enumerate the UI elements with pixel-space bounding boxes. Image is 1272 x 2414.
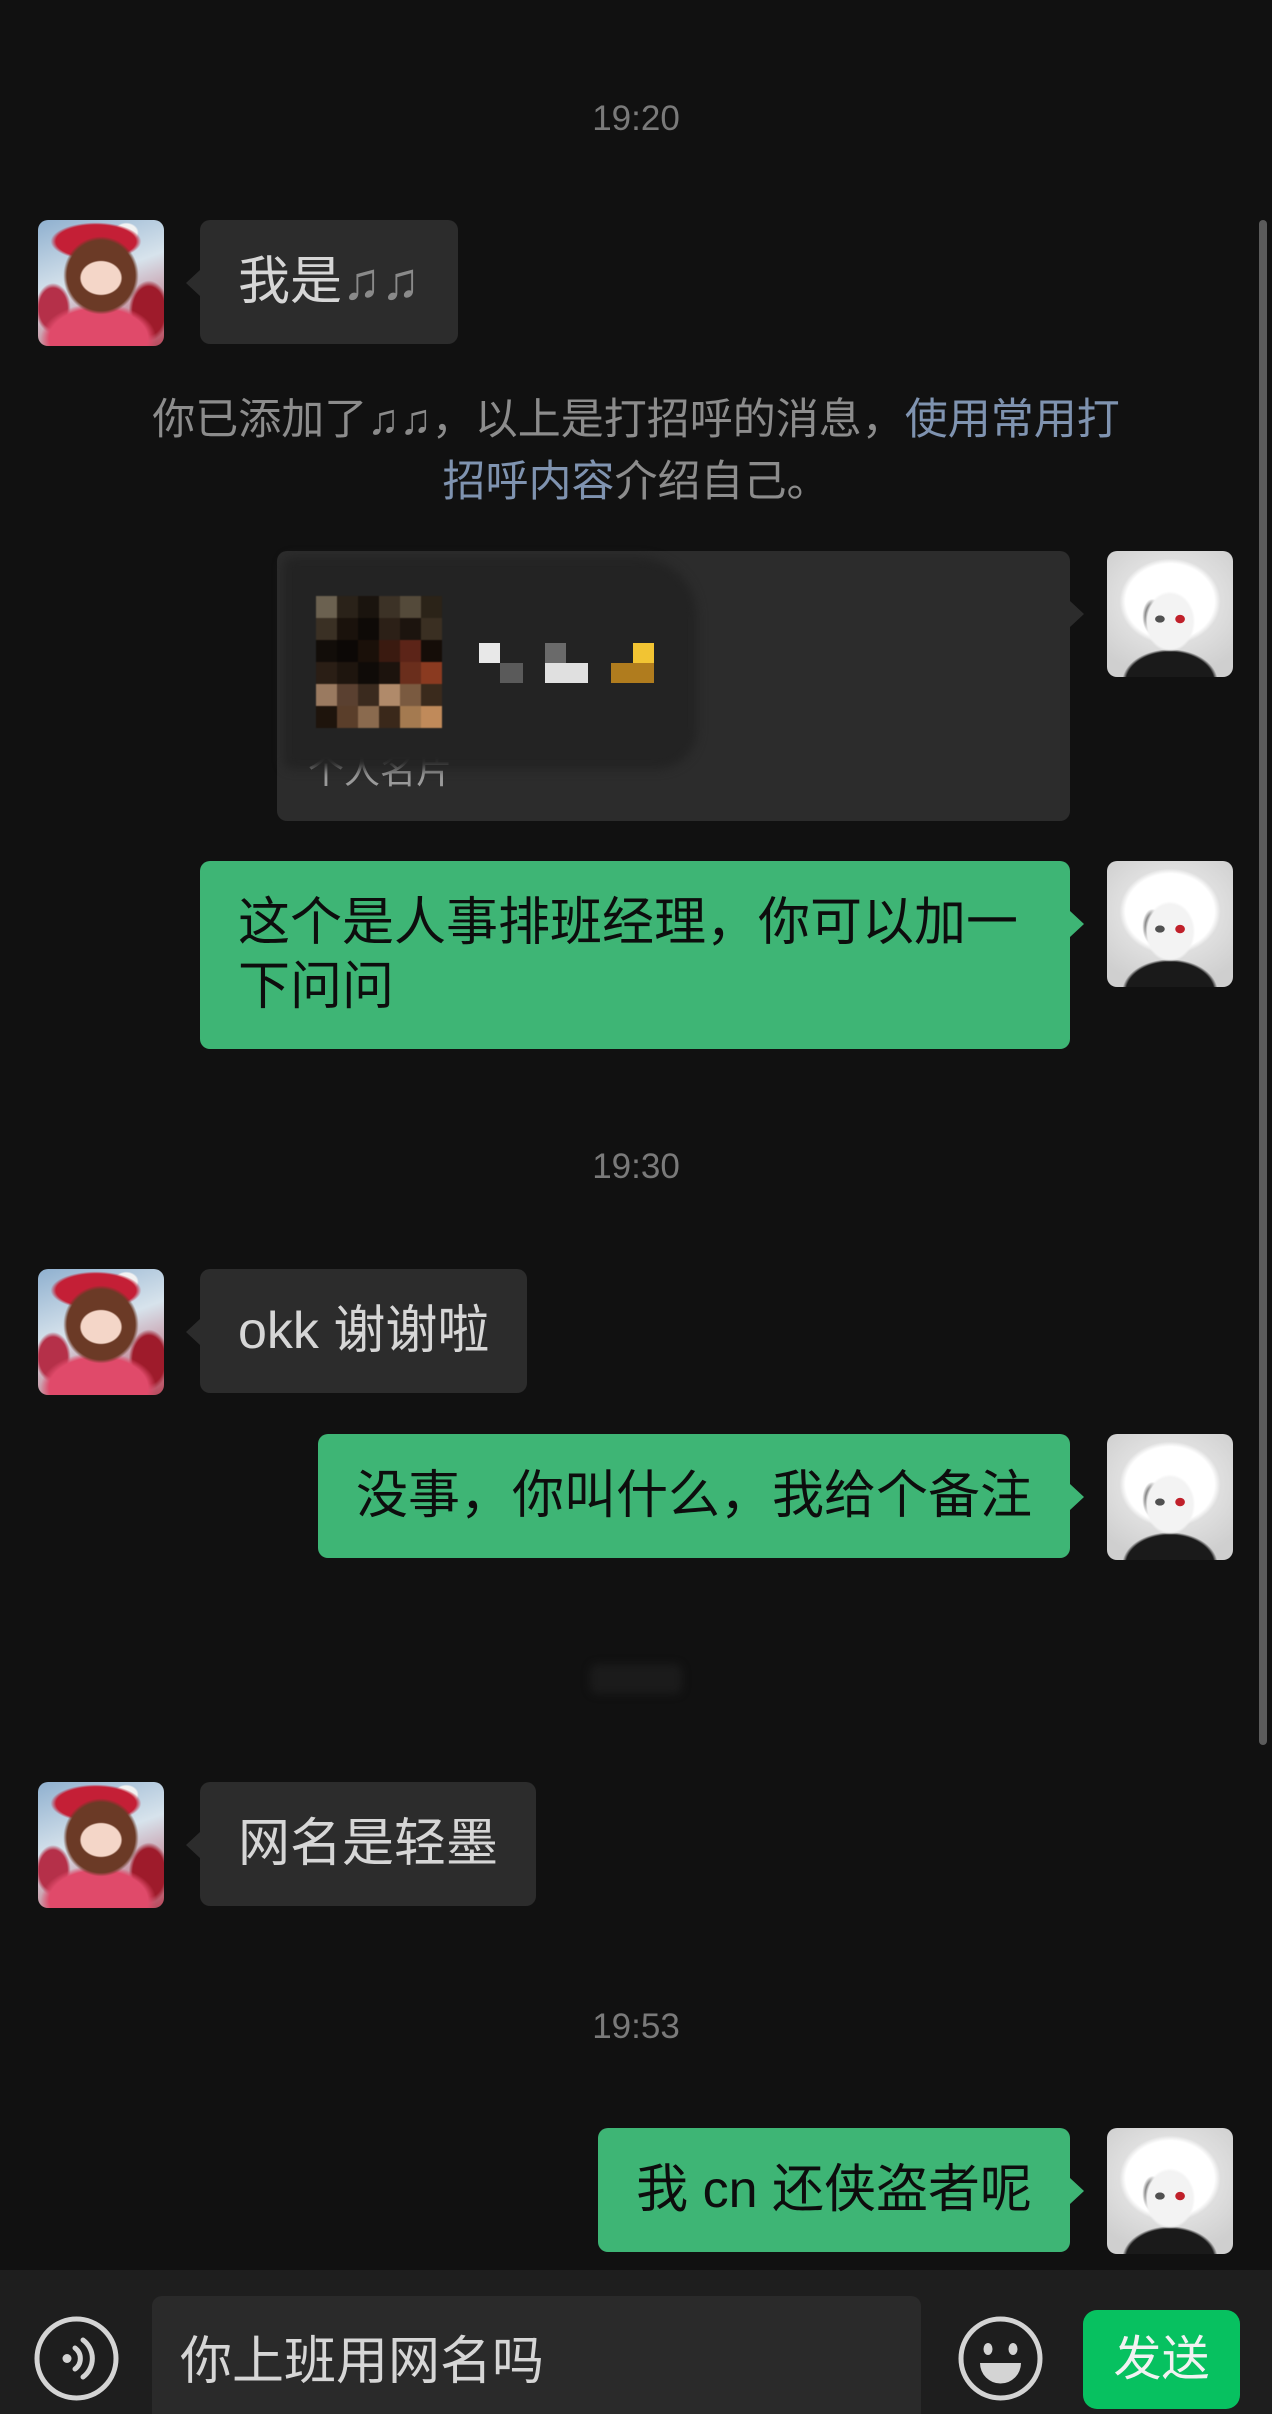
- message-text: 这个是人事排班经理，你可以加一下问问: [238, 894, 1019, 1016]
- timestamp: 19:20: [592, 99, 680, 138]
- mosaic-cell: [337, 596, 358, 618]
- mosaic-cell: [337, 706, 358, 728]
- greeting-template-link[interactable]: 使用常用打: [905, 396, 1120, 444]
- mosaic-cell: [421, 618, 442, 640]
- notice-text: 介绍自己。: [614, 458, 830, 506]
- greeting-template-link[interactable]: 招呼内容: [443, 458, 615, 506]
- message-input[interactable]: 你上班用网名吗: [152, 2296, 921, 2414]
- mosaic-cell: [379, 684, 400, 706]
- mosaic-cell: [421, 684, 442, 706]
- mosaic-cell: [358, 618, 379, 640]
- system-notice-line: 你已添加了♫♫，以上是打招呼的消息，使用常用打: [0, 389, 1272, 451]
- contact-avatar[interactable]: [38, 220, 164, 346]
- mosaic-cell: [379, 596, 400, 618]
- sent-message-bubble[interactable]: 没事，你叫什么，我给个备注: [317, 1434, 1085, 1558]
- my-avatar[interactable]: [1107, 551, 1233, 677]
- mosaic-cell: [316, 662, 337, 684]
- mosaic-cell: [400, 618, 421, 640]
- mosaic-cell: [379, 706, 400, 728]
- emoji-icon: [958, 2316, 1043, 2401]
- my-avatar[interactable]: [1107, 1434, 1233, 1560]
- message-text: 网名是轻墨: [238, 1815, 499, 1873]
- voice-input-icon: [34, 2316, 119, 2401]
- mosaic-cell: [316, 596, 337, 618]
- sent-message-bubble[interactable]: 我 cn 还侠盗者呢: [598, 2128, 1084, 2252]
- message-text: okk 谢谢啦: [238, 1302, 490, 1360]
- system-notice-line: 招呼内容介绍自己。: [0, 451, 1272, 513]
- mosaic-cell: [400, 662, 421, 684]
- card-avatar-mosaic: [316, 596, 442, 728]
- mosaic-cell: [316, 706, 337, 728]
- my-avatar[interactable]: [1107, 861, 1233, 987]
- mosaic-cell: [337, 618, 358, 640]
- mosaic-cell: [358, 706, 379, 728]
- mosaic-cell: [316, 618, 337, 640]
- mosaic-cell: [379, 640, 400, 662]
- mosaic-cell: [316, 684, 337, 706]
- mosaic-cell: [358, 596, 379, 618]
- obscured-timestamp: [590, 1664, 682, 1694]
- card-name-mosaic: [545, 643, 566, 663]
- received-message-bubble[interactable]: okk 谢谢啦: [185, 1269, 528, 1393]
- mosaic-cell: [358, 662, 379, 684]
- draft-text: 你上班用网名吗: [180, 2333, 545, 2391]
- mosaic-cell: [379, 662, 400, 684]
- mosaic-cell: [400, 596, 421, 618]
- music-note-emoji: ♫♫: [342, 253, 421, 311]
- mosaic-cell: [400, 706, 421, 728]
- mosaic-cell: [316, 640, 337, 662]
- chat-scrollbar[interactable]: [1259, 220, 1267, 1745]
- mosaic-cell: [337, 662, 358, 684]
- card-name-mosaic: [479, 643, 500, 663]
- my-avatar[interactable]: [1107, 2128, 1233, 2254]
- received-message-bubble[interactable]: 网名是轻墨: [185, 1782, 537, 1906]
- mosaic-cell: [421, 662, 442, 684]
- received-message-bubble[interactable]: 我是♫♫: [185, 220, 459, 344]
- chat-screen: 19:20 我是♫♫ 你已添加了♫♫，以上是打招呼的消息，使用常用打 招呼内容介…: [0, 0, 1272, 2414]
- contact-avatar[interactable]: [38, 1782, 164, 1908]
- contact-avatar[interactable]: [38, 1269, 164, 1395]
- mosaic-cell: [379, 618, 400, 640]
- voice-input-button[interactable]: [34, 2316, 119, 2401]
- input-bar: 你上班用网名吗 发送: [0, 2270, 1272, 2414]
- mosaic-cell: [337, 640, 358, 662]
- message-text: 我是: [238, 253, 343, 311]
- mosaic-cell: [358, 640, 379, 662]
- card-name-mosaic: [500, 663, 523, 683]
- contact-name: ♫♫: [367, 396, 432, 444]
- mosaic-cell: [421, 706, 442, 728]
- mosaic-cell: [400, 684, 421, 706]
- notice-text: 你已添加了: [152, 396, 368, 444]
- contact-card-bubble[interactable]: 个人名片: [277, 551, 1084, 821]
- message-text: 我 cn 还侠盗者呢: [636, 2161, 1032, 2219]
- card-name-mosaic: [611, 663, 654, 683]
- notice-text: ，以上是打招呼的消息，: [431, 396, 905, 444]
- mosaic-cell: [421, 640, 442, 662]
- sent-message-bubble[interactable]: 这个是人事排班经理，你可以加一下问问: [200, 861, 1084, 1049]
- send-button[interactable]: 发送: [1083, 2310, 1240, 2409]
- mosaic-cell: [337, 684, 358, 706]
- card-name-mosaic: [545, 663, 588, 683]
- mosaic-cell: [400, 640, 421, 662]
- system-notice: 你已添加了♫♫，以上是打招呼的消息，使用常用打 招呼内容介绍自己。: [0, 389, 1272, 513]
- mosaic-cell: [358, 684, 379, 706]
- message-text: 没事，你叫什么，我给个备注: [355, 1467, 1032, 1525]
- timestamp: 19:53: [592, 2007, 680, 2046]
- mosaic-cell: [421, 596, 442, 618]
- emoji-button[interactable]: [958, 2316, 1043, 2401]
- timestamp: 19:30: [592, 1147, 680, 1186]
- card-name-mosaic: [633, 643, 654, 663]
